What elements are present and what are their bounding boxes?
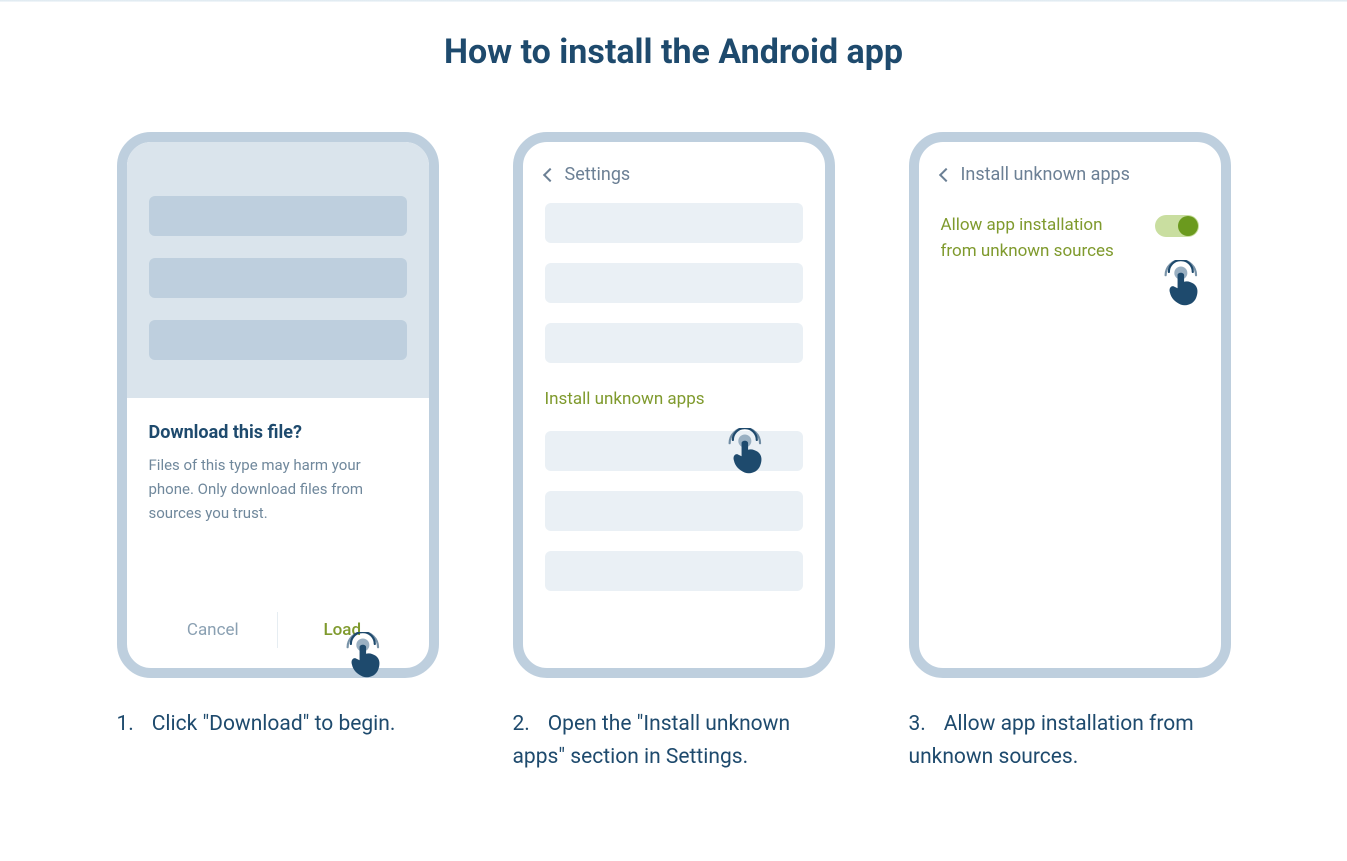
placeholder-bar: [149, 258, 407, 298]
allow-install-label: Allow app installation from unknown sour…: [941, 213, 1141, 264]
step-text: Open the "Install unknown apps" section …: [513, 712, 791, 769]
step-number: 2.: [513, 708, 543, 741]
install-unknown-apps-item[interactable]: Install unknown apps: [545, 383, 803, 411]
install-unknown-header-label: Install unknown apps: [961, 164, 1130, 185]
step-number: 3.: [909, 708, 939, 741]
page-title: How to install the Android app: [0, 2, 1347, 132]
step-text: Click "Download" to begin.: [152, 712, 396, 736]
settings-item-placeholder: [545, 431, 803, 471]
settings-item-placeholder: [545, 263, 803, 303]
settings-item-placeholder: [545, 203, 803, 243]
step-3-caption: 3. Allow app installation from unknown s…: [909, 708, 1231, 773]
allow-install-toggle[interactable]: [1155, 215, 1199, 237]
step-1: Download this file? Files of this type m…: [117, 132, 439, 773]
settings-item-placeholder: [545, 551, 803, 591]
install-unknown-header[interactable]: Install unknown apps: [919, 142, 1221, 197]
phone-mock-1: Download this file? Files of this type m…: [117, 132, 439, 678]
phone1-upper-placeholder: [127, 142, 429, 398]
dialog-actions: Cancel Load: [149, 612, 407, 648]
steps-row: Download this file? Files of this type m…: [0, 132, 1347, 813]
settings-header-label: Settings: [565, 164, 631, 185]
chevron-left-icon: [938, 167, 952, 181]
step-number: 1.: [117, 708, 147, 741]
settings-item-placeholder: [545, 491, 803, 531]
download-dialog-title: Download this file?: [149, 422, 407, 443]
phone-mock-2: Settings Install unknown apps: [513, 132, 835, 678]
settings-header[interactable]: Settings: [523, 142, 825, 197]
placeholder-bar: [149, 196, 407, 236]
step-3: Install unknown apps Allow app installat…: [909, 132, 1231, 773]
load-button[interactable]: Load: [278, 612, 407, 648]
step-2-caption: 2. Open the "Install unknown apps" secti…: [513, 708, 835, 773]
placeholder-bar: [149, 320, 407, 360]
step-text: Allow app installation from unknown sour…: [909, 712, 1194, 769]
step-2: Settings Install unknown apps 2. Open th…: [513, 132, 835, 773]
phone-mock-3: Install unknown apps Allow app installat…: [909, 132, 1231, 678]
cancel-button[interactable]: Cancel: [149, 612, 279, 648]
toggle-knob: [1178, 216, 1198, 236]
download-dialog-body: Files of this type may harm your phone. …: [149, 453, 407, 525]
step-1-caption: 1. Click "Download" to begin.: [117, 708, 439, 741]
settings-item-placeholder: [545, 323, 803, 363]
chevron-left-icon: [542, 167, 556, 181]
